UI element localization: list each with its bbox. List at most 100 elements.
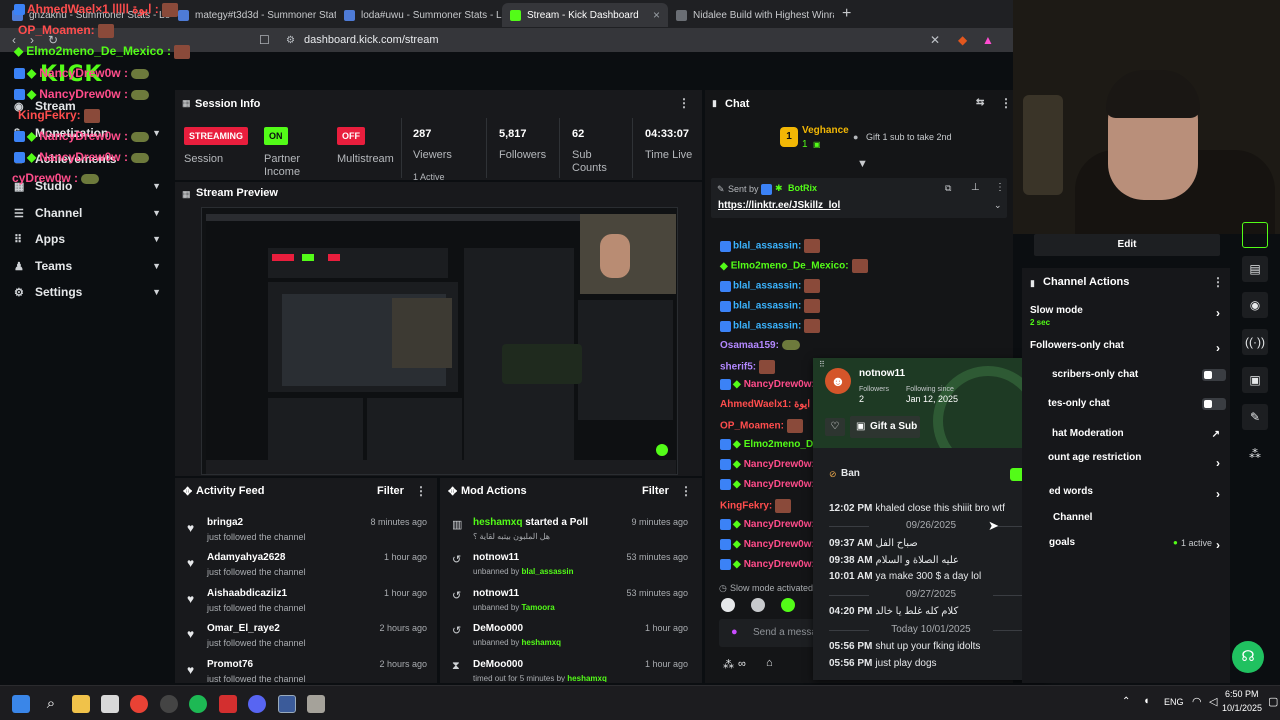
- sidebar-item-teams[interactable]: ♟ Teams ▼: [0, 253, 173, 279]
- media-button[interactable]: ▣: [1242, 367, 1268, 393]
- chat-message[interactable]: ◆ NancyDrew0w:: [720, 559, 815, 570]
- action-subscribers-only[interactable]: scribers-only chat: [1052, 369, 1226, 381]
- chat-message[interactable]: ◆ NancyDrew0w:: [720, 519, 815, 530]
- browser-tab[interactable]: Nidalee Build with Highest Winrate -×: [668, 3, 834, 27]
- search-icon[interactable]: ⌕: [42, 695, 60, 713]
- gift-sub-button[interactable]: ▣ Gift a Sub: [850, 416, 920, 438]
- filter-button[interactable]: Filter: [642, 485, 669, 497]
- activity-user[interactable]: Aishaabdicaziiz1: [207, 588, 287, 599]
- tools-button[interactable]: ✎: [1242, 404, 1268, 430]
- chat-message[interactable]: blal_assassin:: [720, 299, 821, 313]
- more-icon[interactable]: ⋮: [995, 182, 1005, 193]
- chat-message[interactable]: OP_Moamen:: [720, 419, 803, 433]
- action-slow-mode[interactable]: Slow mode 2 sec ›: [1030, 305, 1224, 327]
- action-followers-only[interactable]: Followers-only chat ›: [1030, 340, 1224, 355]
- copy-icon[interactable]: ⧉: [945, 183, 951, 194]
- user-card-username[interactable]: notnow11: [859, 368, 905, 379]
- more-icon[interactable]: ⋮: [680, 484, 692, 498]
- toggle[interactable]: [1202, 369, 1226, 381]
- browser-tab-active[interactable]: Stream - Kick Dashboard ×: [502, 3, 668, 27]
- sidebar-item-apps[interactable]: ⠿ Apps ▼: [0, 226, 173, 252]
- chat-message[interactable]: KingFekry:: [720, 499, 792, 513]
- browser-tab[interactable]: loda#uwu - Summoner Stats - Leag×: [336, 3, 502, 27]
- chat-input[interactable]: ● Send a message: [719, 619, 828, 647]
- chat-message[interactable]: Osamaa159:: [720, 340, 800, 351]
- url-input[interactable]: dashboard.kick.com/stream: [304, 34, 439, 46]
- volume-icon[interactable]: ◁: [1209, 695, 1217, 708]
- spotify-icon[interactable]: [189, 695, 207, 713]
- notification-icon[interactable]: ▢: [1268, 695, 1278, 708]
- wifi-icon[interactable]: ◠: [1192, 695, 1202, 708]
- toggle[interactable]: [1202, 398, 1226, 410]
- app-icon[interactable]: [307, 695, 325, 713]
- more-icon[interactable]: ⋮: [1212, 275, 1224, 289]
- collapse-icon[interactable]: ▼: [857, 158, 868, 170]
- action-age-restriction[interactable]: ount age restriction ›: [1048, 452, 1224, 470]
- action-goals[interactable]: goals ● 1 active ›: [1049, 537, 1224, 552]
- unpin-icon[interactable]: ⊥: [971, 182, 980, 193]
- link-icon[interactable]: ∞: [738, 658, 746, 670]
- action-banned-words[interactable]: ed words ›: [1049, 486, 1224, 501]
- chat-button[interactable]: ◉: [1242, 292, 1268, 318]
- chat-message[interactable]: blal_assassin:: [720, 279, 821, 293]
- emote-quick-icon[interactable]: [781, 598, 795, 612]
- chat-message[interactable]: blal_assassin:: [720, 319, 821, 333]
- edit-button[interactable]: Edit: [1034, 234, 1220, 256]
- site-info-icon[interactable]: ⚙: [286, 35, 295, 46]
- broadcast-button[interactable]: ((·)): [1242, 329, 1268, 355]
- filter-button[interactable]: Filter: [377, 485, 404, 497]
- popout-icon[interactable]: ⇆: [976, 97, 984, 108]
- clock-time[interactable]: 6:50 PM: [1225, 689, 1259, 699]
- chat-message[interactable]: blal_assassin:: [720, 239, 821, 253]
- chat-message[interactable]: ◆ NancyDrew0w:: [720, 479, 815, 490]
- rewards-icon[interactable]: ▲: [982, 33, 994, 47]
- chrome-icon[interactable]: [130, 695, 148, 713]
- support-chat-button[interactable]: ☊: [1232, 641, 1264, 673]
- more-icon[interactable]: ⋮: [415, 484, 427, 498]
- brave-shield-icon[interactable]: ◆: [958, 33, 967, 47]
- chat-message[interactable]: sherif5:: [720, 360, 776, 374]
- new-tab-button[interactable]: +: [842, 5, 851, 23]
- mic-icon[interactable]: ◖: [1143, 695, 1150, 707]
- layout-button[interactable]: [1242, 222, 1268, 248]
- clock-date[interactable]: 10/1/2025: [1222, 703, 1262, 713]
- mute-icon[interactable]: ✕: [930, 33, 940, 47]
- action-chat-moderation[interactable]: hat Moderation ↗: [1052, 428, 1224, 440]
- stream-preview-video[interactable]: [201, 207, 678, 475]
- gift-cta[interactable]: Gift 1 sub to take 2nd: [866, 132, 952, 142]
- app-icon[interactable]: [219, 695, 237, 713]
- chat-message[interactable]: AhmedWaelx1: ايوة: [720, 399, 810, 410]
- more-icon[interactable]: ⋮: [678, 96, 690, 110]
- app-icon[interactable]: [278, 695, 296, 713]
- browser-tab[interactable]: mategy#t3d3d - Summoner Stats - L×: [170, 3, 336, 27]
- chat-message[interactable]: ◆ NancyDrew0w:: [720, 539, 815, 550]
- notes-button[interactable]: ▤: [1242, 256, 1268, 282]
- tab-close-icon[interactable]: ×: [653, 8, 660, 22]
- sidebar-item-channel[interactable]: ☰ Channel ▼: [0, 200, 173, 226]
- obs-icon[interactable]: [160, 695, 178, 713]
- emote-quick-icon[interactable]: [751, 598, 765, 612]
- activity-user[interactable]: Adamyahya2628: [207, 552, 285, 563]
- bookmark-icon[interactable]: ☐: [259, 33, 270, 47]
- chevron-down-icon[interactable]: ⌄: [994, 200, 1002, 211]
- emote-quick-icon[interactable]: [721, 598, 735, 612]
- file-explorer-icon[interactable]: [72, 695, 90, 713]
- windows-start-icon[interactable]: [12, 695, 30, 713]
- settings-icon[interactable]: ⁂: [723, 658, 734, 671]
- activity-user[interactable]: Promot76: [207, 659, 253, 670]
- action-emotes-only[interactable]: tes-only chat: [1048, 398, 1226, 410]
- chat-message[interactable]: ◆ NancyDrew0w:: [720, 459, 815, 470]
- activity-user[interactable]: Omar_El_raye2: [207, 623, 280, 634]
- tray-chevron-icon[interactable]: ⌃: [1122, 696, 1130, 707]
- gift-icon[interactable]: ⌂: [766, 657, 773, 669]
- more-icon[interactable]: ⋮: [1000, 96, 1012, 110]
- sidebar-item-settings[interactable]: ⚙ Settings ▼: [0, 279, 173, 305]
- chat-message[interactable]: ◆ NancyDrew0w:: [720, 379, 815, 390]
- drag-icon[interactable]: ⠿: [819, 360, 825, 369]
- apps-button[interactable]: ⁂: [1242, 441, 1268, 467]
- action-channel[interactable]: Channel: [1053, 512, 1224, 523]
- pinned-link[interactable]: https://linktr.ee/JSkillz_lol: [718, 200, 840, 211]
- top-gifter-name[interactable]: Veghance: [802, 125, 849, 136]
- activity-user[interactable]: bringa2: [207, 517, 243, 528]
- pinned-by-user[interactable]: BotRix: [788, 183, 817, 193]
